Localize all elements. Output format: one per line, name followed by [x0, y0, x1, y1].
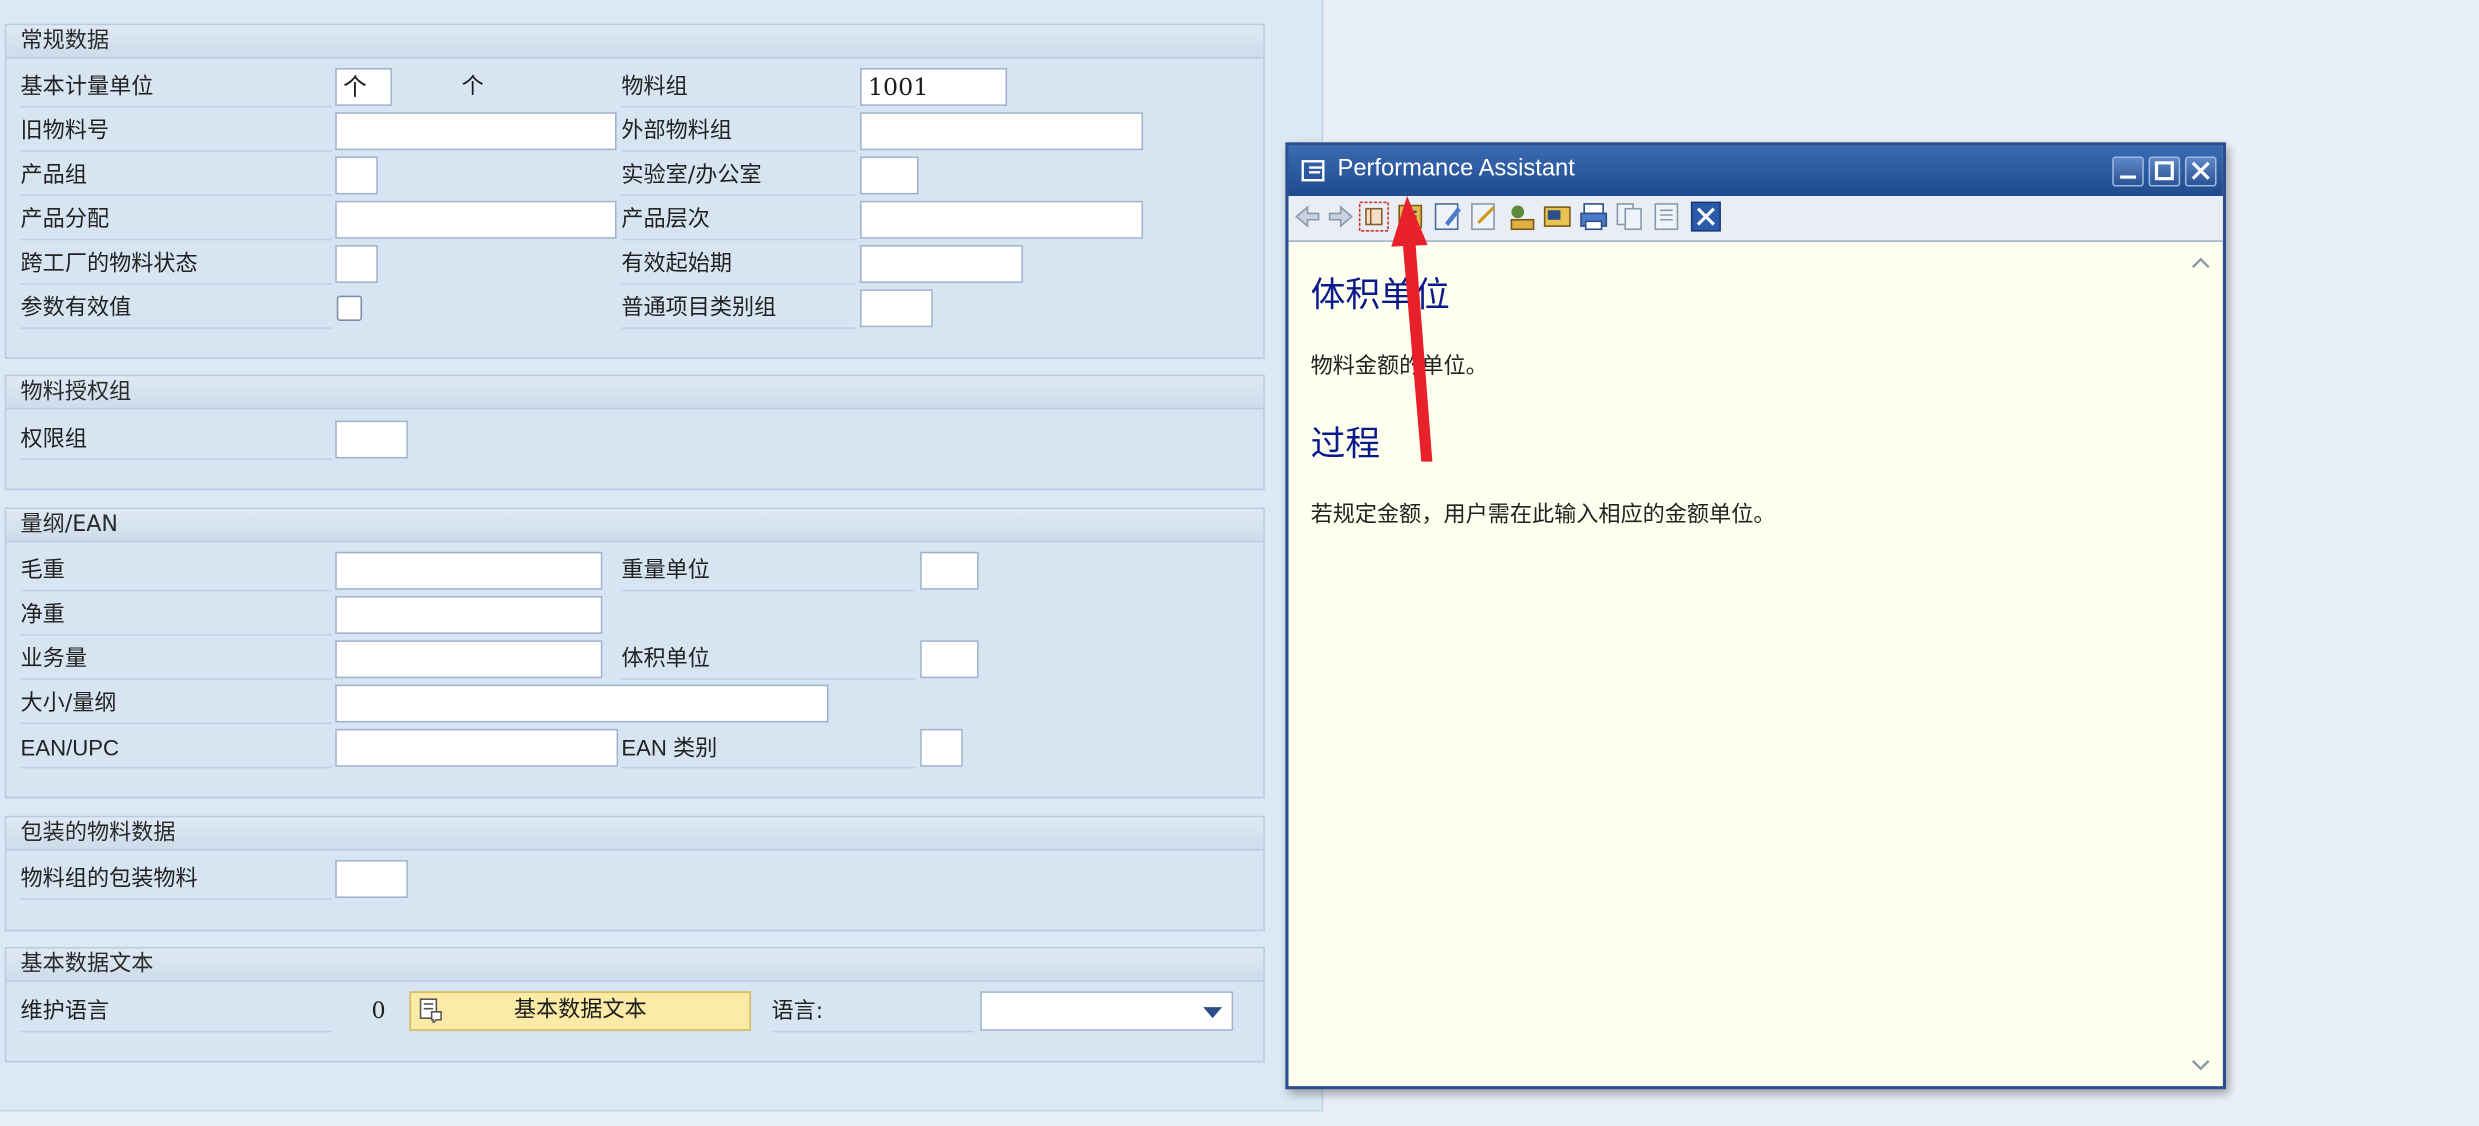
- division-input[interactable]: [335, 156, 378, 195]
- old-material-input[interactable]: [335, 112, 617, 151]
- edit-icon[interactable]: [1432, 201, 1464, 233]
- gen-item-cat-group-label: 普通项目类别组: [621, 289, 856, 329]
- division-label: 产品组: [20, 157, 333, 197]
- minimize-button[interactable]: [2112, 156, 2144, 187]
- volume-unit-label: 体积单位: [621, 640, 916, 680]
- product-hierarchy-input[interactable]: [860, 200, 1144, 239]
- minimize-icon: [2120, 175, 2136, 179]
- old-material-label: 旧物料号: [20, 112, 333, 152]
- maximize-button[interactable]: [2148, 156, 2181, 187]
- scroll-up-icon[interactable]: [2191, 255, 2210, 271]
- pack-mat-group-input[interactable]: [335, 860, 408, 899]
- chevron-down-icon[interactable]: [1203, 1007, 1223, 1019]
- link-icon[interactable]: [1469, 201, 1501, 233]
- help-paragraph-1: 物料金额的单位。: [1310, 354, 1488, 380]
- x-plant-status-label: 跨工厂的物料状态: [20, 245, 333, 285]
- lab-office-input[interactable]: [860, 156, 919, 195]
- screen-icon[interactable]: [1541, 201, 1573, 233]
- forward-arrow-icon[interactable]: [1325, 201, 1357, 233]
- gross-weight-label: 毛重: [20, 552, 333, 592]
- print-icon[interactable]: [1578, 201, 1610, 233]
- language-label: 语言:: [771, 993, 974, 1033]
- close-icon: [2191, 161, 2210, 180]
- auth-group-label: 权限组: [20, 421, 333, 461]
- product-hierarchy-label: 产品层次: [621, 201, 856, 241]
- volume-unit-input[interactable]: [920, 640, 979, 679]
- copy-icon[interactable]: [1614, 201, 1646, 233]
- ean-category-label: EAN 类别: [621, 729, 916, 769]
- basic-data-text-button-label: 基本数据文本: [513, 997, 647, 1023]
- product-allocation-label: 产品分配: [20, 201, 333, 241]
- dimensions-title: 量纲/EAN: [6, 509, 1264, 543]
- auth-group-title: 物料授权组: [6, 376, 1264, 410]
- base-uom-label: 基本计量单位: [20, 68, 333, 108]
- net-weight-label: 净重: [20, 596, 333, 636]
- technical-info-icon[interactable]: [1358, 201, 1390, 233]
- performance-assistant-window: Performance Assistant 体积单位 物料金额的单位。 过程 若…: [1285, 142, 2227, 1090]
- material-group-label: 物料组: [621, 68, 856, 108]
- base-uom-input[interactable]: 个: [335, 67, 393, 106]
- language-select[interactable]: [980, 991, 1234, 1031]
- packaging-title: 包装的物料数据: [6, 817, 1264, 851]
- net-weight-input[interactable]: [335, 596, 603, 634]
- text-document-icon: [419, 998, 442, 1023]
- material-group-input[interactable]: 1001: [860, 67, 1008, 106]
- gen-item-cat-group-input[interactable]: [860, 289, 933, 328]
- valid-from-input[interactable]: [860, 245, 1023, 283]
- ean-upc-input[interactable]: [335, 728, 619, 767]
- help-paragraph-2: 若规定金额，用户需在此输入相应的金额单位。: [1310, 502, 1776, 529]
- assistant-window-icon: [1301, 160, 1325, 182]
- weight-unit-label: 重量单位: [621, 552, 916, 592]
- user-settings-icon[interactable]: [1505, 201, 1537, 233]
- assistant-title-bar[interactable]: Performance Assistant: [1288, 145, 2223, 197]
- assistant-content: 体积单位 物料金额的单位。 过程 若规定金额，用户需在此输入相应的金额单位。: [1289, 242, 2223, 1086]
- material-master-pane: 常规数据 基本计量单位 个 个 物料组 1001 旧物料号 外部物料组 产品组 …: [0, 0, 1324, 1112]
- back-arrow-icon[interactable]: [1292, 201, 1324, 233]
- size-dim-input[interactable]: [335, 684, 829, 723]
- assistant-toolbar: [1288, 196, 2223, 242]
- document-icon[interactable]: [1651, 201, 1683, 233]
- ean-upc-label: EAN/UPC: [20, 729, 333, 769]
- ean-category-input[interactable]: [920, 728, 963, 767]
- base-uom-text: 个: [461, 74, 484, 100]
- scroll-down-icon[interactable]: [2191, 1058, 2210, 1074]
- help-heading-procedure: 过程: [1310, 425, 1381, 465]
- general-data-title: 常规数据: [6, 25, 1264, 59]
- auth-group-input[interactable]: [335, 420, 408, 459]
- valid-from-label: 有效起始期: [621, 245, 856, 285]
- close-help-icon[interactable]: [1690, 201, 1722, 233]
- ext-material-group-input[interactable]: [860, 112, 1144, 151]
- volume-label: 业务量: [20, 640, 333, 680]
- basic-data-text-button[interactable]: 基本数据文本: [409, 991, 751, 1031]
- application-help-icon[interactable]: [1394, 201, 1426, 233]
- maint-lang-label: 维护语言: [20, 993, 333, 1033]
- maximize-icon: [2154, 161, 2174, 181]
- gross-weight-input[interactable]: [335, 551, 603, 590]
- product-allocation-input[interactable]: [335, 200, 617, 239]
- basic-text-title: 基本数据文本: [6, 948, 1264, 982]
- pack-mat-group-label: 物料组的包装物料: [20, 860, 333, 900]
- size-dim-label: 大小/量纲: [20, 685, 333, 725]
- ext-material-group-label: 外部物料组: [621, 112, 856, 152]
- weight-unit-input[interactable]: [920, 551, 979, 590]
- param-effectivity-checkbox[interactable]: [336, 295, 363, 321]
- param-effectivity-label: 参数有效值: [20, 289, 333, 329]
- volume-input[interactable]: [335, 640, 603, 679]
- close-button[interactable]: [2184, 156, 2217, 187]
- maint-lang-count: 0: [371, 999, 386, 1025]
- lab-office-label: 实验室/办公室: [621, 157, 856, 197]
- help-heading-volume-unit: 体积单位: [1310, 276, 1450, 317]
- x-plant-status-input[interactable]: [335, 245, 378, 283]
- assistant-title: Performance Assistant: [1337, 154, 1575, 182]
